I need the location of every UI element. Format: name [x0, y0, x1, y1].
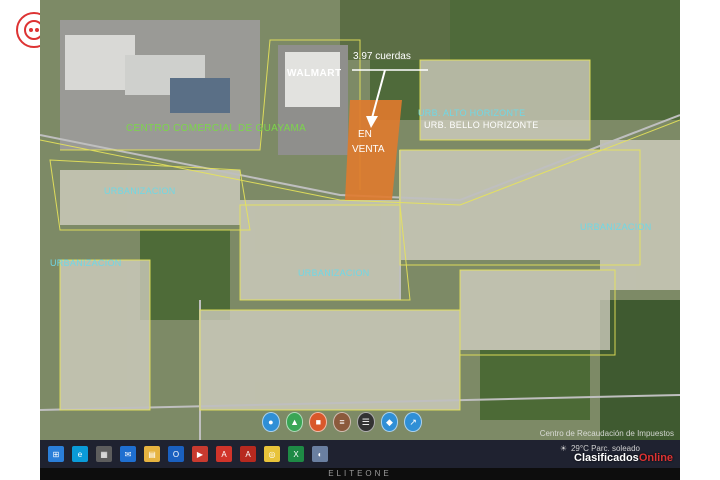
map-list-icon[interactable]: ☰	[356, 412, 375, 432]
photo-frame: 3.97 cuerdas WALMART EN VENTA CENTRO COM…	[0, 0, 720, 480]
map-basemap-icon[interactable]: ■	[309, 412, 328, 432]
for-sale-label-en: EN	[358, 129, 372, 140]
for-sale-label-venta: VENTA	[352, 144, 385, 155]
map-home-icon[interactable]: ●	[262, 412, 280, 432]
monitor-bezel: ELITEONE	[40, 468, 680, 480]
photos-icon[interactable]: ◐	[312, 446, 328, 462]
excel-icon[interactable]: X	[288, 446, 304, 462]
edge-icon[interactable]: e	[72, 446, 88, 462]
screen-watermark: Centro de Recaudación de Impuestos	[539, 429, 674, 438]
map-screen: 3.97 cuerdas WALMART EN VENTA CENTRO COM…	[40, 0, 680, 440]
acreage-label: 3.97 cuerdas	[353, 51, 411, 62]
aerial-map	[40, 0, 680, 440]
mail-icon[interactable]: ✉	[120, 446, 136, 462]
urbanizacion-label-1: URBANIZACION	[104, 186, 176, 196]
walmart-label: WALMART	[287, 68, 342, 79]
acrobat-icon[interactable]: A	[216, 446, 232, 462]
media-icon[interactable]: ▶	[192, 446, 208, 462]
map-stack-icon[interactable]: ≡	[333, 412, 351, 432]
monitor-brand: ELITEONE	[328, 469, 392, 478]
urb-bello-horizonte-label: URB. BELLO HORIZONTE	[424, 120, 539, 130]
map-layers-icon[interactable]: ▲	[285, 412, 304, 432]
mall-label: CENTRO COMERCIAL DE GUAYAMA	[126, 123, 307, 134]
site-watermark-b: Online	[638, 452, 674, 464]
files-icon[interactable]: ▤	[144, 446, 160, 462]
windows-start-icon[interactable]: ⊞	[48, 446, 64, 462]
urb-alto-horizonte-label: URB. ALTO HORIZONTE	[418, 108, 526, 118]
site-watermark-a: Clasificados	[574, 452, 639, 464]
site-watermark: ClasificadosOnline	[574, 452, 673, 464]
chrome-icon[interactable]: ◎	[264, 446, 280, 462]
urbanizacion-label-2: URBANIZACION	[50, 258, 122, 268]
calendar-icon[interactable]: ▦	[96, 446, 112, 462]
adobe-icon[interactable]: A	[240, 446, 256, 462]
map-share-icon[interactable]: ↗	[404, 412, 423, 432]
outlook-icon[interactable]: O	[168, 446, 184, 462]
weather-icon: ☀	[559, 444, 567, 453]
urbanizacion-label-4: URBANIZACION	[580, 222, 652, 232]
urbanizacion-label-3: URBANIZACION	[298, 268, 370, 278]
map-measure-icon[interactable]: ◆	[380, 412, 399, 432]
monitor: 3.97 cuerdas WALMART EN VENTA CENTRO COM…	[40, 0, 680, 480]
map-toolbar: ● ▲ ■ ≡ ☰ ◆ ↗	[262, 412, 423, 434]
